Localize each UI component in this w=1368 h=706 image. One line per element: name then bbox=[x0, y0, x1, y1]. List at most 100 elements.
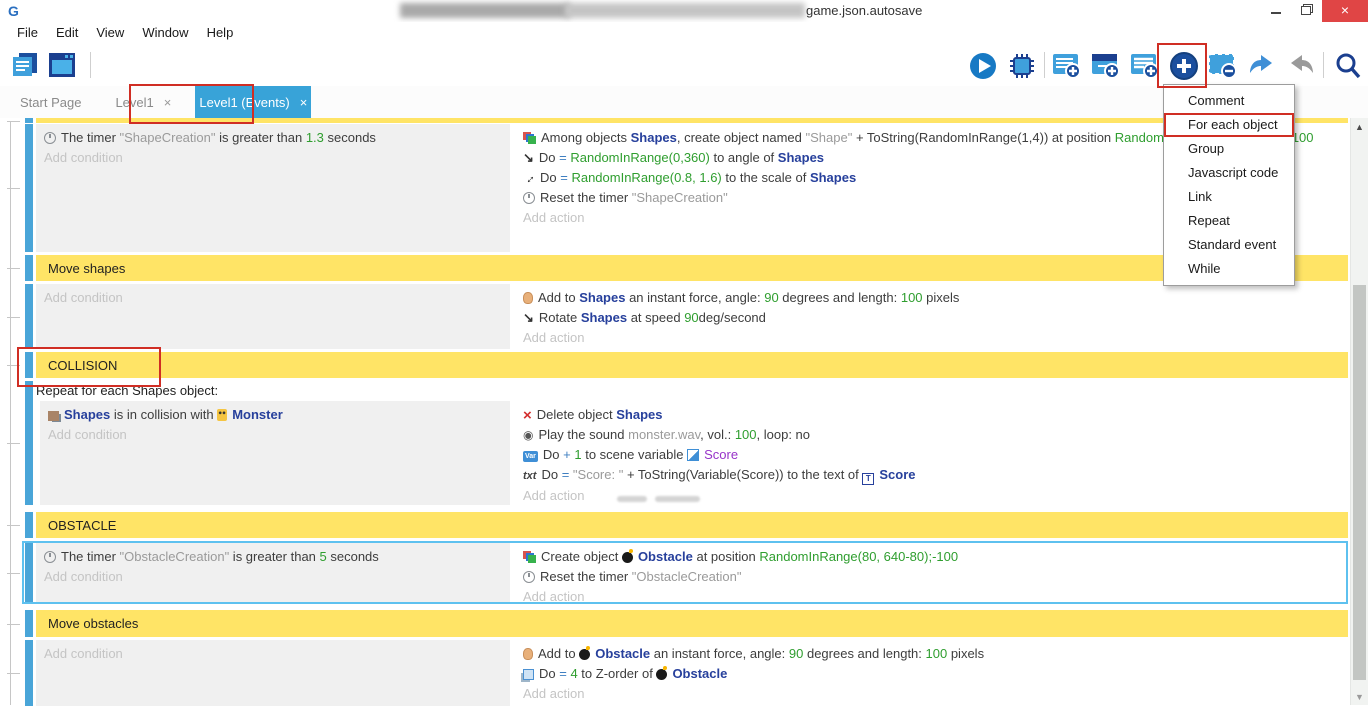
add-comment-icon[interactable] bbox=[1125, 48, 1164, 84]
minimize-button[interactable] bbox=[1262, 0, 1290, 22]
tab-close-icon[interactable]: × bbox=[164, 95, 172, 110]
event-selection-bar bbox=[25, 381, 33, 505]
action-line[interactable]: txtDo = "Score: " + ToString(Variable(Sc… bbox=[523, 465, 1348, 486]
event-row[interactable]: The timer "ShapeCreation" is greater tha… bbox=[0, 124, 1348, 252]
text-segment: Reset the timer bbox=[540, 190, 632, 205]
tab-start-page[interactable]: Start Page bbox=[10, 86, 91, 118]
add-condition-link[interactable]: Add condition bbox=[44, 567, 510, 587]
tree-tick bbox=[7, 365, 20, 366]
tab-label: Level1 (Events) bbox=[199, 95, 289, 110]
add-condition-link[interactable]: Add condition bbox=[44, 288, 510, 308]
redo-icon[interactable] bbox=[1281, 48, 1320, 84]
event-row[interactable]: Add condition Add to Obstacle an instant … bbox=[0, 640, 1348, 706]
zorder-icon bbox=[523, 669, 534, 680]
txt-icon: txt bbox=[523, 466, 536, 486]
add-condition-link[interactable]: Add condition bbox=[48, 425, 510, 445]
add-action-link[interactable]: Add action bbox=[523, 486, 1348, 505]
action-line[interactable]: Add to Shapes an instant force, angle: 9… bbox=[523, 288, 1348, 308]
condition-line[interactable]: Shapes is in collision with Monster bbox=[48, 405, 510, 425]
text-segment: Rotate bbox=[539, 310, 581, 325]
text-segment: 1 bbox=[574, 447, 581, 462]
menu-item-link[interactable]: Link bbox=[1164, 185, 1294, 209]
text-segment: Obstacle bbox=[672, 666, 727, 681]
project-manager-icon[interactable] bbox=[6, 48, 42, 82]
conditions-column: The timer "ObstacleCreation" is greater … bbox=[36, 543, 510, 602]
text-segment: Shapes bbox=[778, 150, 824, 165]
menu-view[interactable]: View bbox=[87, 22, 133, 44]
actions-column: Add to Obstacle an instant force, angle:… bbox=[517, 640, 1348, 706]
menu-file[interactable]: File bbox=[8, 22, 47, 44]
menu-help[interactable]: Help bbox=[198, 22, 243, 44]
add-subevent-icon[interactable] bbox=[1086, 48, 1125, 84]
event-row[interactable]: Add condition Add to Shapes an instant fo… bbox=[0, 284, 1348, 349]
search-icon[interactable] bbox=[1328, 48, 1367, 84]
toolbar-separator bbox=[1323, 52, 1324, 78]
comment-text: COLLISION bbox=[48, 358, 1348, 373]
text-segment: 90 bbox=[789, 646, 803, 661]
comment-row[interactable]: COLLISION bbox=[0, 352, 1348, 378]
menu-item-for-each-object[interactable]: For each object bbox=[1164, 113, 1294, 137]
text-segment: Shapes bbox=[579, 290, 625, 305]
comment-row[interactable]: Move shapes bbox=[0, 255, 1348, 281]
close-button[interactable]: × bbox=[1322, 0, 1368, 22]
text-segment: + ToString(RandomInRange(1,4)) at positi… bbox=[852, 130, 1114, 145]
undo-icon[interactable] bbox=[1242, 48, 1281, 84]
debug-icon[interactable] bbox=[1002, 48, 1041, 84]
play-icon[interactable] bbox=[963, 48, 1002, 84]
toolbar-separator bbox=[90, 52, 91, 78]
add-event-icon[interactable] bbox=[1047, 48, 1086, 84]
text-segment: is in collision with bbox=[110, 407, 217, 422]
text-segment: "ShapeCreation" bbox=[632, 190, 728, 205]
menu-item-group[interactable]: Group bbox=[1164, 137, 1294, 161]
text-segment: Shapes bbox=[64, 407, 110, 422]
action-line[interactable]: ◉Play the sound monster.wav, vol.: 100, … bbox=[523, 425, 1348, 445]
condition-line[interactable]: The timer "ShapeCreation" is greater tha… bbox=[44, 128, 510, 148]
add-condition-link[interactable]: Add condition bbox=[44, 148, 510, 168]
comment-row[interactable]: Move obstacles bbox=[0, 610, 1348, 637]
vertical-scrollbar[interactable]: ▲ ▼ bbox=[1350, 118, 1368, 705]
action-line[interactable]: ↘Rotate Shapes at speed 90deg/second bbox=[523, 308, 1348, 328]
menu-item-comment[interactable]: Comment bbox=[1164, 89, 1294, 113]
event-selection-bar bbox=[25, 512, 33, 538]
text-segment: degrees and length: bbox=[779, 290, 901, 305]
add-condition-link[interactable]: Add condition bbox=[44, 644, 510, 664]
action-line[interactable]: Reset the timer "ObstacleCreation" bbox=[523, 567, 1346, 587]
scrollbar-thumb[interactable] bbox=[1353, 285, 1366, 680]
text-segment: 90 bbox=[684, 310, 698, 325]
menu-item-standard-event[interactable]: Standard event bbox=[1164, 233, 1294, 257]
blur-artifact bbox=[655, 496, 700, 502]
menu-window[interactable]: Window bbox=[133, 22, 197, 44]
text-segment: Score bbox=[879, 467, 915, 482]
restore-button[interactable] bbox=[1292, 0, 1320, 22]
add-action-link[interactable]: Add action bbox=[523, 328, 1348, 348]
action-line[interactable]: VarDo + 1 to scene variable Score bbox=[523, 445, 1348, 465]
event-row[interactable]: The timer "ObstacleCreation" is greater … bbox=[22, 541, 1348, 604]
action-line[interactable]: ×Delete object Shapes bbox=[523, 405, 1348, 425]
foreach-header[interactable]: Repeat for each Shapes object: bbox=[36, 381, 1348, 401]
text-segment: is greater than bbox=[229, 549, 319, 564]
comment-row[interactable]: OBSTACLE bbox=[0, 512, 1348, 538]
menu-item-while[interactable]: While bbox=[1164, 257, 1294, 281]
menu-item-javascript-code[interactable]: Javascript code bbox=[1164, 161, 1294, 185]
scroll-up-arrow-icon[interactable]: ▲ bbox=[1351, 122, 1368, 132]
tab-level1[interactable]: Level1× bbox=[105, 86, 181, 118]
menu-item-repeat[interactable]: Repeat bbox=[1164, 209, 1294, 233]
add-action-link[interactable]: Add action bbox=[523, 684, 1348, 704]
delete-event-icon[interactable] bbox=[1203, 48, 1242, 84]
text-segment: seconds bbox=[327, 549, 379, 564]
action-line[interactable]: Add to Obstacle an instant force, angle:… bbox=[523, 644, 1348, 664]
condition-line[interactable]: The timer "ObstacleCreation" is greater … bbox=[44, 547, 510, 567]
scroll-down-arrow-icon[interactable]: ▼ bbox=[1351, 692, 1368, 702]
menu-edit[interactable]: Edit bbox=[47, 22, 87, 44]
tab-close-icon[interactable]: × bbox=[300, 95, 308, 110]
foreach-event-row[interactable]: Repeat for each Shapes object: Shapes is … bbox=[0, 381, 1348, 505]
add-other-event-icon[interactable] bbox=[1164, 48, 1203, 84]
action-line[interactable]: Create object Obstacle at position Rando… bbox=[523, 547, 1346, 567]
scene-editor-icon[interactable] bbox=[44, 48, 80, 82]
text-segment: = bbox=[560, 170, 571, 185]
text-segment: RandomInRange(0,360) bbox=[570, 150, 709, 165]
tab-level1-events-[interactable]: Level1 (Events) × bbox=[195, 86, 311, 118]
text-segment: "ObstacleCreation" bbox=[632, 569, 742, 584]
action-line[interactable]: Do = 4 to Z-order of Obstacle bbox=[523, 664, 1348, 684]
add-action-link[interactable]: Add action bbox=[523, 587, 1346, 604]
